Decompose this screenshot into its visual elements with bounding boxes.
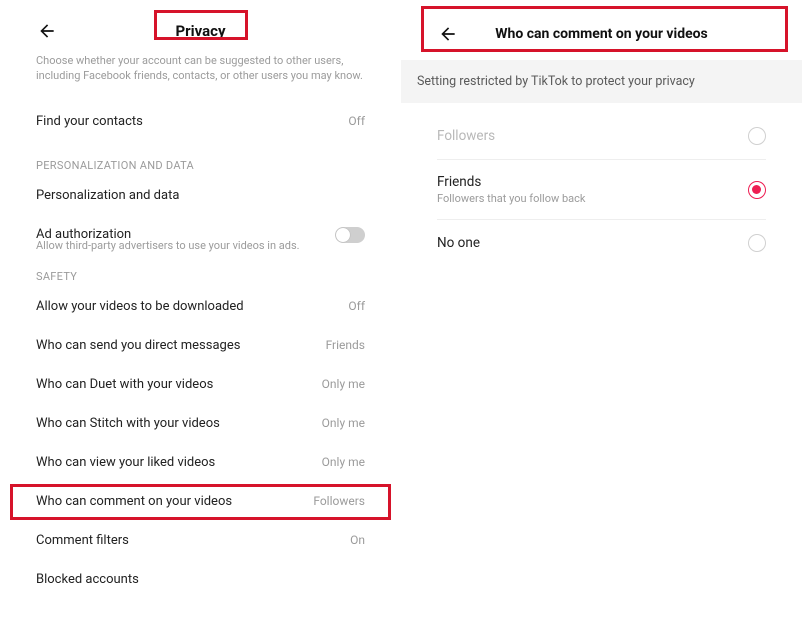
direct-messages-label: Who can send you direct messages xyxy=(36,338,240,353)
ad-authorization-sub: Allow third-party advertisers to use you… xyxy=(36,239,365,252)
option-noone-label: No one xyxy=(437,235,480,251)
comment-row[interactable]: Who can comment on your videos Followers xyxy=(36,482,365,521)
allow-download-row[interactable]: Allow your videos to be downloaded Off xyxy=(36,287,365,326)
page-title-left: Privacy xyxy=(36,22,365,40)
comment-permission-pane: Who can comment on your videos Setting r… xyxy=(401,0,802,642)
personalization-label: Personalization and data xyxy=(36,188,179,203)
blocked-accounts-row[interactable]: Blocked accounts xyxy=(36,560,365,599)
section-safety-title: SAFETY xyxy=(36,270,365,283)
duet-label: Who can Duet with your videos xyxy=(36,377,213,392)
option-noone[interactable]: No one xyxy=(437,220,766,266)
find-contacts-value: Off xyxy=(348,114,365,128)
restriction-banner: Setting restricted by TikTok to protect … xyxy=(401,60,802,103)
ad-authorization-toggle[interactable] xyxy=(335,227,365,243)
stitch-row[interactable]: Who can Stitch with your videos Only me xyxy=(36,404,365,443)
option-followers-label: Followers xyxy=(437,128,495,144)
stitch-value: Only me xyxy=(322,416,365,430)
right-header: Who can comment on your videos xyxy=(437,14,766,54)
top-description: Choose whether your account can be sugge… xyxy=(36,54,365,84)
comment-filters-value: On xyxy=(350,533,365,547)
blocked-accounts-label: Blocked accounts xyxy=(36,572,139,587)
duet-row[interactable]: Who can Duet with your videos Only me xyxy=(36,365,365,404)
option-friends-sub: Followers that you follow back xyxy=(437,192,585,205)
radio-followers[interactable] xyxy=(748,127,766,145)
allow-download-value: Off xyxy=(348,299,365,313)
option-friends-label: Friends xyxy=(437,174,585,190)
duet-value: Only me xyxy=(322,377,365,391)
left-header: Privacy xyxy=(36,14,365,48)
liked-videos-row[interactable]: Who can view your liked videos Only me xyxy=(36,443,365,482)
radio-noone[interactable] xyxy=(748,234,766,252)
privacy-settings-pane: Privacy Choose whether your account can … xyxy=(0,0,401,642)
comment-filters-label: Comment filters xyxy=(36,533,129,548)
section-personalization-title: PERSONALIZATION AND DATA xyxy=(36,159,365,172)
stitch-label: Who can Stitch with your videos xyxy=(36,416,220,431)
comment-label: Who can comment on your videos xyxy=(36,494,232,509)
page-title-right: Who can comment on your videos xyxy=(437,26,766,42)
find-contacts-row[interactable]: Find your contacts Off xyxy=(36,102,365,141)
option-followers[interactable]: Followers xyxy=(437,113,766,160)
liked-videos-value: Only me xyxy=(322,455,365,469)
comment-filters-row[interactable]: Comment filters On xyxy=(36,521,365,560)
liked-videos-label: Who can view your liked videos xyxy=(36,455,215,470)
comment-value: Followers xyxy=(313,494,365,508)
allow-download-label: Allow your videos to be downloaded xyxy=(36,299,244,314)
radio-friends[interactable] xyxy=(748,181,766,199)
direct-messages-value: Friends xyxy=(326,338,365,352)
direct-messages-row[interactable]: Who can send you direct messages Friends xyxy=(36,326,365,365)
option-friends[interactable]: Friends Followers that you follow back xyxy=(437,160,766,220)
find-contacts-label: Find your contacts xyxy=(36,114,143,129)
personalization-row[interactable]: Personalization and data xyxy=(36,176,365,215)
